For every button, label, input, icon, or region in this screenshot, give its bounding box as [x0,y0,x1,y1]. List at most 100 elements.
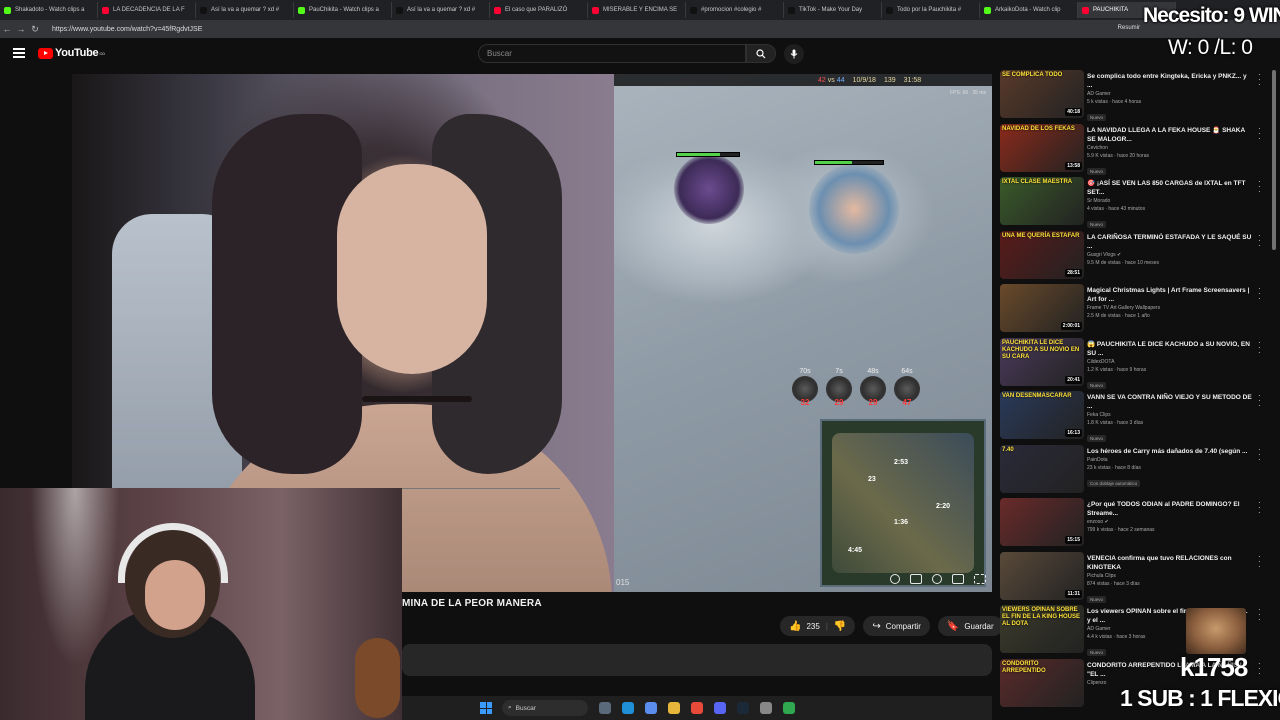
browser-tab[interactable]: Así la va a quemar ? xd # [196,2,294,18]
tab-label: PauChikita - Watch clips a [309,7,379,13]
video-thumbnail[interactable]: VAN DESENMASCARAR 16:13 [1000,391,1084,439]
channel-name[interactable]: Cevichon [1087,144,1252,152]
video-thumbnail[interactable]: IXTAL CLASE MAESTRA [1000,177,1084,225]
view-count: 1.8 K vistas · hace 3 días [1087,420,1144,426]
browser-tab[interactable]: PauChikita - Watch clips a [294,2,392,18]
video-title[interactable]: 🎯 ¡ASÍ SE VEN LAS 850 CARGAS de IXTAL en… [1087,179,1252,197]
app-icon[interactable] [783,702,795,714]
video-thumbnail[interactable]: CONDORITO ARREPENTIDO [1000,659,1084,707]
tab-label: TikTok - Make Your Day [799,7,863,13]
recommended-video[interactable]: IXTAL CLASE MAESTRA 🎯 ¡ASÍ SE VEN LAS 850… [998,177,1268,229]
settings-icon[interactable] [932,574,942,584]
video-title[interactable]: Magical Christmas Lights | Art Frame Scr… [1087,286,1252,304]
more-vert-icon[interactable]: · · · [1258,232,1262,250]
video-title[interactable]: VANN SE VA CONTRA NIÑO VIEJO Y SU METODO… [1087,393,1252,411]
save-button[interactable]: 🔖 Guardar [937,616,1003,636]
video-title[interactable]: Se complica todo entre Kingteka, Ericka … [1087,72,1252,90]
reload-icon[interactable]: ↻ [28,24,42,35]
more-vert-icon[interactable]: · · · [1258,125,1262,143]
back-icon[interactable]: ← [0,24,14,34]
edge-icon[interactable] [622,702,634,714]
channel-name[interactable]: PainDota [1087,456,1252,464]
taskbar-search[interactable]: ⌕ Buscar [502,700,588,716]
browser-tab[interactable]: El caso que PARALIZÓ [490,2,588,18]
youtube-logo[interactable]: YouTube CO [38,47,105,59]
miniplayer-icon[interactable] [952,574,964,584]
more-vert-icon[interactable]: · · · [1258,606,1262,624]
video-title[interactable]: VENECIA confirma que tuvo RELACIONES con… [1087,554,1252,572]
steam-icon[interactable] [737,702,749,714]
more-vert-icon[interactable]: · · · [1258,71,1262,89]
menu-icon[interactable] [13,48,25,58]
video-thumbnail[interactable]: VIEWERS OPINAN SOBRE EL FIN DE LA KING H… [1000,605,1084,653]
play-icon[interactable] [890,574,900,584]
video-thumbnail[interactable]: UNA ME QUERÍA ESTAFAR 28:51 [1000,231,1084,279]
recommended-video[interactable]: NAVIDAD DE LOS FEKAS 13:58 LA NAVIDAD LLEG… [998,124,1268,176]
more-vert-icon[interactable]: · · · [1258,339,1262,357]
channel-name[interactable]: Sr Morado [1087,197,1252,205]
obs-icon[interactable] [760,702,772,714]
fullscreen-icon[interactable] [974,574,986,584]
recommended-video[interactable]: 15:15 ¿Por qué TODOS ODIAN al PADRE DOMIN… [998,498,1268,550]
channel-name[interactable]: enzoso ✔ [1087,518,1252,526]
address-field[interactable]: https://www.youtube.com/watch?v=45fRgdvt… [52,26,202,33]
search-input[interactable]: Buscar [478,44,746,63]
file-explorer-icon[interactable] [668,702,680,714]
more-vert-icon[interactable]: · · · [1258,392,1262,410]
more-vert-icon[interactable]: · · · [1258,499,1262,517]
video-thumbnail[interactable]: SE COMPLICA TODO 40:18 [1000,70,1084,118]
chrome-icon[interactable] [645,702,657,714]
more-vert-icon[interactable]: · · · [1258,660,1262,678]
channel-name[interactable]: Frame TV Art Gallery Wallpapers [1087,304,1252,312]
video-thumbnail[interactable]: 7.40 [1000,445,1084,493]
browser-tab[interactable]: Todo por la Pauchikita # [882,2,980,18]
more-vert-icon[interactable]: · · · [1258,553,1262,571]
scrollbar[interactable] [1272,70,1276,250]
browser-tab[interactable]: #promocion #colegio # [686,2,784,18]
task-view-icon[interactable] [599,702,611,714]
video-title[interactable]: LA NAVIDAD LLEGA A LA FEKA HOUSE 🎅 SHAKA… [1087,126,1252,144]
recommended-video[interactable]: UNA ME QUERÍA ESTAFAR 28:51 LA CARIÑOSA TE… [998,231,1268,283]
more-vert-icon[interactable]: · · · [1258,446,1262,464]
recommended-video[interactable]: 7.40 Los héroes de Carry más dañados de 7… [998,445,1268,497]
more-vert-icon[interactable]: · · · [1258,178,1262,196]
thumbs-down-icon[interactable]: 👎 [834,621,846,632]
recommended-video[interactable]: VAN DESENMASCARAR 16:13 VANN SE VA CONTRA … [998,391,1268,443]
browser-tab[interactable]: LA DECADENCIA DE LA F [98,2,196,18]
video-thumbnail[interactable]: 2:00:01 [1000,284,1084,332]
video-title[interactable]: 😱 PAUCHIKITA LE DICE KACHUDO a SU NOVIO,… [1087,340,1252,358]
voice-search-button[interactable] [784,44,804,64]
channel-name[interactable]: AD Gamer [1087,90,1252,98]
recommended-video[interactable]: PAUCHIKITA LE DICE KACHUDO A SU NOVIO EN… [998,338,1268,390]
video-title[interactable]: LA CARIÑOSA TERMINÓ ESTAFADA Y LE SAQUÉ … [1087,233,1252,251]
discord-icon[interactable] [714,702,726,714]
browser-tab[interactable]: TikTok - Make Your Day [784,2,882,18]
search-button[interactable] [746,44,776,63]
channel-name[interactable]: Gusgri Vlogs ✔ [1087,251,1252,259]
channel-name[interactable]: Feka Clips [1087,411,1252,419]
browser-tab[interactable]: Shakadoto - Watch clips a [0,2,98,18]
browser-tab[interactable]: Así la va a quemar ? xd # [392,2,490,18]
video-thumbnail[interactable]: PAUCHIKITA LE DICE KACHUDO A SU NOVIO EN… [1000,338,1084,386]
video-title[interactable]: Los héroes de Carry más dañados de 7.40 … [1087,447,1252,456]
forward-icon[interactable]: → [14,24,28,34]
windows-start-icon[interactable] [480,702,492,714]
like-button[interactable]: 👍 235 | 👎 [780,616,856,636]
share-button[interactable]: ↪ Compartir [863,616,930,636]
summarize-button[interactable]: Resumir [1118,25,1140,31]
recommended-video[interactable]: 11:31 VENECIA confirma que tuvo RELACIONE… [998,552,1268,604]
video-thumbnail[interactable]: 11:31 [1000,552,1084,600]
video-title[interactable]: ¿Por qué TODOS ODIAN al PADRE DOMINGO? E… [1087,500,1252,518]
recommended-video[interactable]: SE COMPLICA TODO 40:18 Se complica todo en… [998,70,1268,122]
subtitles-icon[interactable] [910,574,922,584]
video-thumbnail[interactable]: NAVIDAD DE LOS FEKAS 13:58 [1000,124,1084,172]
browser-tab[interactable]: MISERABLE Y ENCIMA SE [588,2,686,18]
description-box[interactable] [402,644,992,676]
more-vert-icon[interactable]: · · · [1258,285,1262,303]
chrome-icon[interactable] [691,702,703,714]
video-thumbnail[interactable]: 15:15 [1000,498,1084,546]
recommended-video[interactable]: 2:00:01 Magical Christmas Lights | Art Fr… [998,284,1268,336]
channel-name[interactable]: CildexDOTA [1087,358,1252,366]
browser-tab[interactable]: ArkaikoDota - Watch clip [980,2,1078,18]
channel-name[interactable]: Pichula Clips [1087,572,1252,580]
